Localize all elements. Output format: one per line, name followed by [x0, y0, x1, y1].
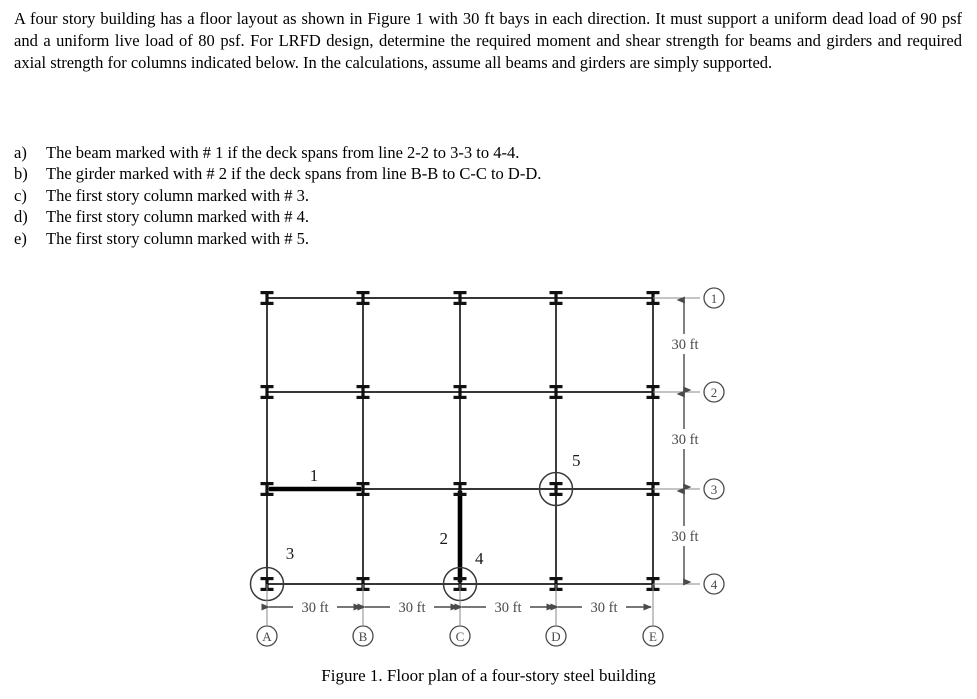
vertical-dimension-label-3: 30 ft: [672, 529, 699, 545]
requirement-marker: a): [14, 143, 27, 162]
grid-bubble-col-C-label: C: [456, 629, 465, 644]
requirement-item-d: d) The first story column marked with # …: [14, 206, 714, 227]
grid-bubble-row-2-label: 2: [711, 385, 718, 400]
grid-bubble-col-D-label: D: [551, 629, 560, 644]
grid-bubble-col-A-label: A: [262, 629, 272, 644]
member-mark-label-4: 4: [475, 549, 484, 568]
requirements-list: a) The beam marked with # 1 if the deck …: [14, 142, 714, 249]
grid-bubble-col-B-label: B: [359, 629, 368, 644]
horizontal-dimension-label-4: 30 ft: [591, 600, 618, 616]
requirement-text: The first story column marked with # 3.: [46, 185, 310, 205]
vertical-dimension-label-2: 30 ft: [672, 432, 699, 448]
requirement-marker: d): [14, 207, 28, 227]
requirement-item-e: e) The first story column marked with # …: [14, 228, 714, 249]
horizontal-dimension-label-3: 30 ft: [495, 600, 522, 616]
requirement-text: The beam marked with # 1 if the deck spa…: [46, 143, 520, 162]
requirement-item-c: c) The first story column marked with # …: [14, 185, 714, 206]
requirement-text: The girder marked with # 2 if the deck s…: [46, 164, 542, 184]
grid-bubble-col-E-label: E: [649, 629, 657, 644]
member-mark-label-5: 5: [572, 451, 581, 470]
member-mark-label-2: 2: [440, 529, 449, 548]
grid-bubble-row-3-label: 3: [711, 482, 718, 497]
floor-plan-drawing: 1 2 3 4 5 30 ft 30 ft 30 ft 1 2 3 4 30 f…: [249, 287, 725, 647]
vertical-dimension-label-1: 30 ft: [672, 337, 699, 353]
requirement-marker: e): [14, 228, 27, 248]
requirement-marker: b): [14, 164, 28, 184]
figure-floor-plan: 1 2 3 4 5 30 ft 30 ft 30 ft 1 2 3 4 30 f…: [0, 270, 977, 699]
member-mark-label-3: 3: [286, 544, 295, 563]
horizontal-dimension-label-1: 30 ft: [302, 600, 329, 616]
grid-bubble-row-1-label: 1: [711, 291, 718, 306]
figure-caption: Figure 1. Floor plan of a four-story ste…: [321, 666, 656, 685]
requirement-text: The first story column marked with # 5.: [46, 228, 310, 248]
grid-bubble-row-4-label: 4: [711, 577, 718, 592]
requirement-marker: c): [14, 185, 27, 205]
requirement-text: The first story column marked with # 4.: [46, 207, 310, 227]
member-mark-label-1: 1: [310, 466, 319, 485]
requirement-item-a: a) The beam marked with # 1 if the deck …: [14, 142, 714, 163]
requirement-item-b: b) The girder marked with # 2 if the dec…: [14, 163, 714, 184]
problem-statement: A four story building has a floor layout…: [14, 9, 962, 72]
horizontal-dimension-label-2: 30 ft: [399, 600, 426, 616]
